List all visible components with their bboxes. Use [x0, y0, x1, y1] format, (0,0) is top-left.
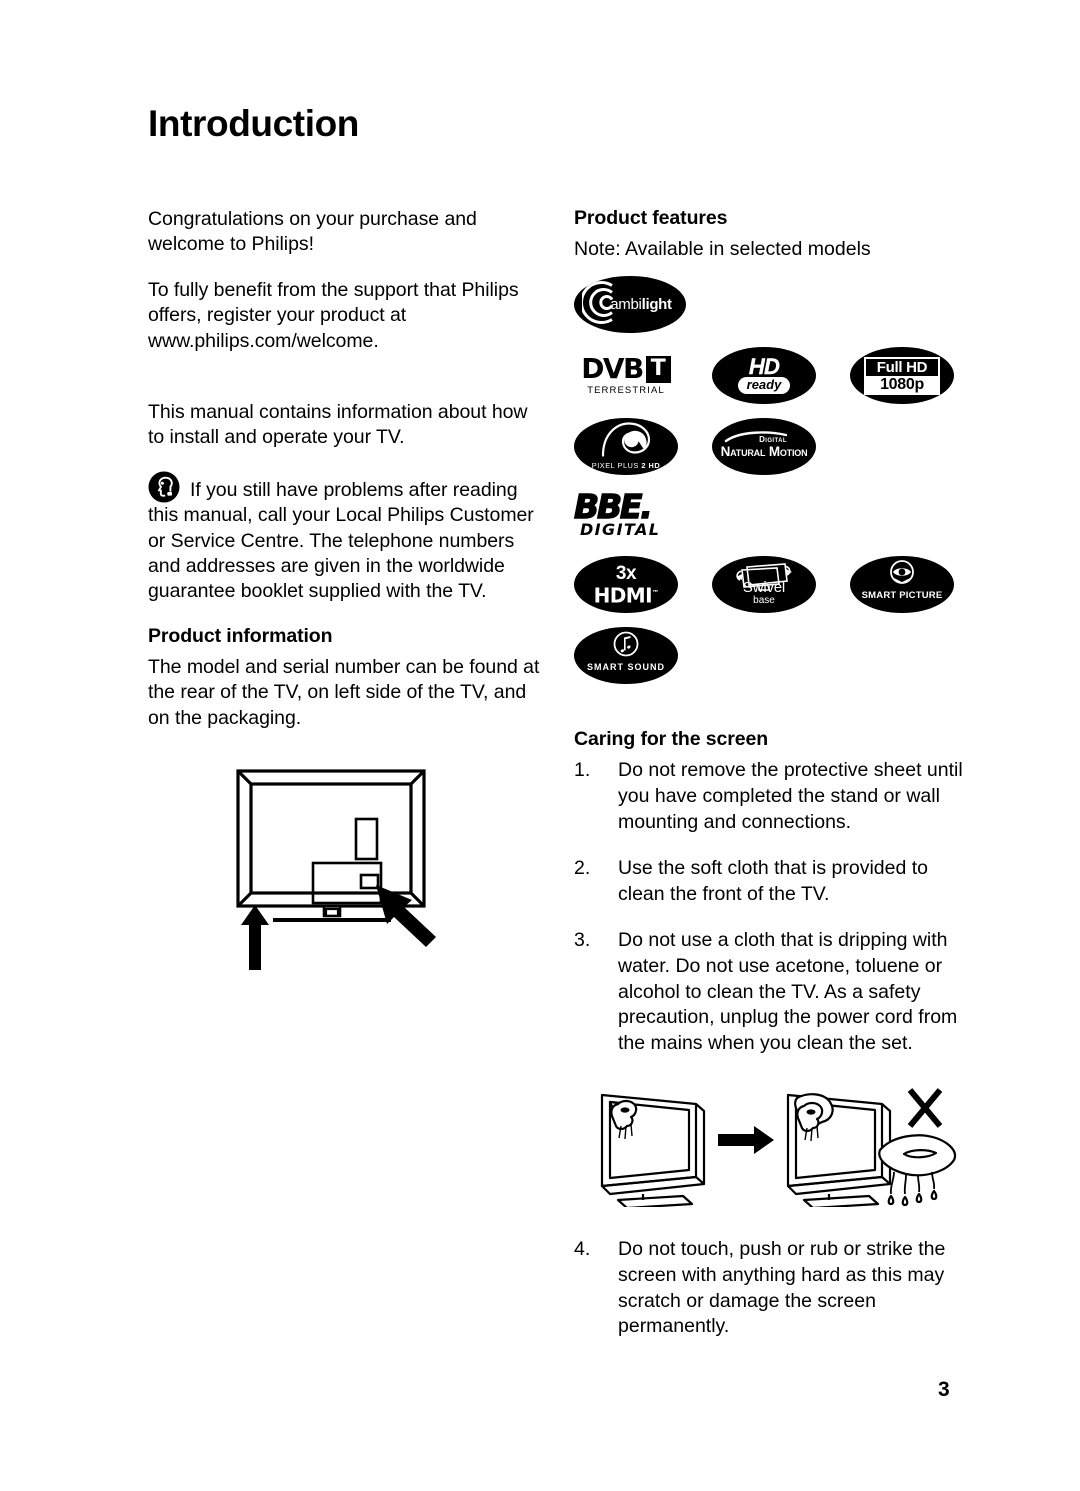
intro-paragraph: Congratulations on your purchase and wel… [148, 208, 477, 256]
list-item: 3. Do not use a cloth that is dripping w… [574, 928, 974, 1056]
list-item: 4. Do not touch, push or rub or strike t… [574, 1237, 974, 1339]
headset-support-icon [148, 471, 180, 503]
hdmi-word-text: HDMI™ [594, 583, 659, 606]
dripping-cloth-forbidden [878, 1088, 957, 1207]
list-item: 2. Use the soft cloth that is provided t… [574, 856, 974, 907]
list-item-text: Do not remove the protective sheet until… [618, 759, 963, 833]
list-item-number: 4. [574, 1238, 591, 1261]
support-paragraph-wrapper: If you still have problems after reading… [148, 471, 540, 605]
left-column: Congratulations on your purchase and wel… [148, 207, 540, 751]
dvb-t-badge: T [645, 355, 671, 383]
product-features-note: Note: Available in selected models [574, 238, 871, 260]
dvb-word: DVB [581, 352, 644, 386]
list-item-number: 3. [574, 929, 591, 952]
full-hd-text: Full HD [876, 358, 928, 376]
pixel-plus-2-hd-logo: PIXEL PLUS 2 HD [574, 418, 678, 476]
manual-page: Introduction Congratulations on your pur… [0, 0, 1080, 1491]
page-title: Introduction [148, 103, 359, 144]
smart-picture-logo: SMART PICTURE [850, 556, 954, 614]
dvb-t-logo: DVB T TERRESTRIAL [574, 349, 678, 402]
full-hd-1080p-text: 1080p [866, 375, 938, 393]
bbe-digital-logo: BBE. DIGITAL [573, 487, 674, 542]
pixel-plus-label: PIXEL PLUS 2 HD [591, 461, 661, 471]
swivel-base-text: base [753, 594, 775, 606]
page-number: 3 [938, 1378, 950, 1401]
product-information-heading: Product information [148, 624, 333, 647]
register-paragraph: To fully benefit from the support that P… [148, 278, 519, 352]
caring-for-screen-list-continued: 4. Do not touch, push or rub or strike t… [574, 1237, 974, 1339]
full-hd-box: Full HD 1080p [864, 356, 940, 395]
natural-motion-main-text: Natural Motion [720, 443, 808, 459]
list-item-text: Do not touch, push or rub or strike the … [618, 1238, 946, 1338]
bbe-digital-text: DIGITAL [580, 520, 661, 540]
hd-ready-hd-text: HD [748, 353, 780, 379]
arrow-up [241, 905, 269, 970]
logo-row-1: ambilight [574, 276, 974, 334]
support-paragraph: If you still have problems after reading… [148, 478, 534, 603]
smart-sound-logo: SMART SOUND [574, 627, 678, 685]
natural-motion-text-group: Digital Natural Motion [720, 434, 808, 459]
list-item: 1. Do not remove the protective sheet un… [574, 758, 974, 835]
logo-row-6: SMART SOUND [574, 627, 974, 685]
list-item-text: Use the soft cloth that is provided to c… [618, 857, 929, 905]
product-feature-logos: ambilight DVB T TERRESTRIAL HD ready Ful… [573, 276, 974, 685]
logo-row-4: BBE. DIGITAL [573, 487, 974, 542]
list-item-number: 1. [574, 759, 591, 782]
manual-paragraph: This manual contains information about h… [148, 401, 528, 449]
hdmi-trademark-icon: ™ [651, 589, 659, 598]
dvb-main: DVB T [581, 352, 671, 386]
pixel-plus-2hd-text: 2 HD [641, 461, 661, 471]
caring-for-screen-list: 1. Do not remove the protective sheet un… [574, 758, 974, 1056]
bbe-main-text: BBE. [573, 487, 653, 527]
digital-natural-motion-logo: Digital Natural Motion [712, 418, 816, 476]
tv-rear-view-diagram [228, 765, 463, 985]
swivel-text-group: Swivel base [743, 564, 785, 606]
product-features-heading: Product features [574, 207, 728, 229]
logo-row-2: DVB T TERRESTRIAL HD ready Full HD 1080p [574, 347, 974, 405]
logo-row-5: 3x HDMI™ Swivel base SMART PICTURE [574, 556, 974, 614]
logo-row-3: PIXEL PLUS 2 HD Digital Natural Motion [574, 418, 974, 476]
smart-sound-text: SMART SOUND [587, 661, 665, 672]
screen-cleaning-diagram [588, 1082, 966, 1212]
list-item-text: Do not use a cloth that is dripping with… [618, 929, 958, 1054]
smart-picture-text-group: SMART PICTURE [862, 567, 943, 603]
pixel-plus-spiral-icon [595, 420, 657, 465]
hd-ready-ready-text: ready [737, 376, 791, 394]
swivel-base-logo: Swivel base [712, 556, 816, 614]
swivel-word-text: Swivel [742, 578, 786, 596]
process-arrow [718, 1126, 774, 1154]
hdmi-label: HDMI [593, 583, 653, 608]
tv-wipe-cloth [786, 1093, 892, 1210]
caring-for-screen-heading: Caring for the screen [574, 728, 769, 751]
list-item-number: 2. [574, 857, 591, 880]
full-hd-1080p-logo: Full HD 1080p [850, 347, 954, 405]
hdmi-3x-logo: 3x HDMI™ [574, 556, 678, 614]
ambilight-logo: ambilight [574, 276, 686, 334]
smart-sound-text-group: SMART SOUND [587, 637, 665, 675]
ambilight-label: ambilight [610, 296, 672, 314]
ambilight-light-word: light [641, 296, 672, 314]
dvb-terrestrial-label: TERRESTRIAL [587, 385, 665, 397]
hd-ready-logo: HD ready [712, 347, 816, 405]
smart-picture-text: SMART PICTURE [861, 589, 943, 601]
product-information-body: The model and serial number can be found… [148, 655, 540, 729]
tv-peel-sheet [600, 1093, 706, 1210]
hdmi-3x-text: 3x [615, 563, 637, 585]
natural-motion-digital-text: Digital [759, 434, 787, 444]
